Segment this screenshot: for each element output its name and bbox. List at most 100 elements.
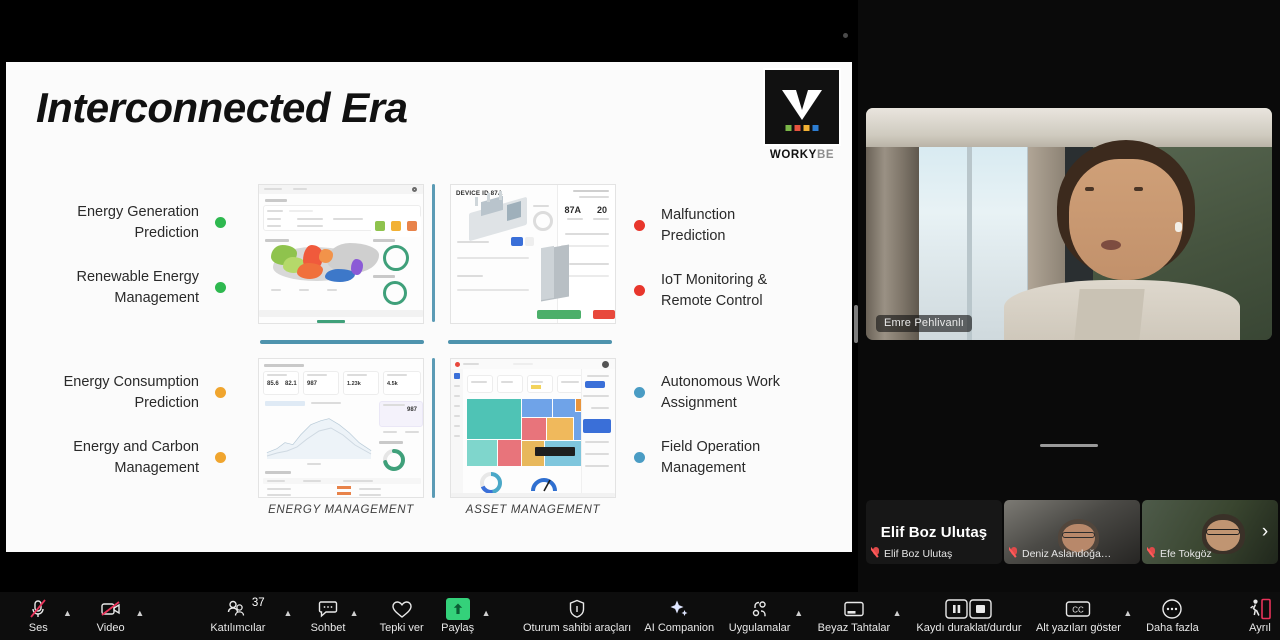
panel-resize-handle[interactable] bbox=[1040, 444, 1098, 447]
toolbar-label: Katılımcılar bbox=[210, 622, 266, 634]
toolbar-whiteboards-options[interactable]: ▲ bbox=[890, 592, 904, 640]
feature-autonomous-work-assignment: Autonomous Work Assignment bbox=[634, 372, 780, 413]
chevron-up-icon: ▲ bbox=[794, 608, 804, 618]
toolbar-chat-options[interactable]: ▲ bbox=[347, 592, 361, 640]
feature-label-line1: IoT Monitoring & bbox=[661, 272, 768, 288]
toolbar-leave-button[interactable]: Ayrıl bbox=[1240, 592, 1280, 640]
toolbar-participants-options[interactable]: ▲ bbox=[281, 592, 295, 640]
chevron-up-icon: ▲ bbox=[349, 608, 359, 618]
toolbar-reactions-button[interactable]: Tepki ver bbox=[377, 592, 426, 640]
feature-energy-generation-prediction: Energy Generation Prediction bbox=[36, 202, 226, 243]
heart-icon bbox=[391, 598, 413, 620]
apps-icon bbox=[750, 598, 770, 620]
toolbar-label: Uygulamalar bbox=[728, 622, 791, 634]
status-dot-green bbox=[215, 217, 226, 229]
speaker-eye-left bbox=[1085, 186, 1095, 191]
camera-off-icon bbox=[100, 598, 122, 620]
toolbar-label: Video bbox=[96, 622, 125, 634]
feature-label: Energy Generation Prediction bbox=[77, 202, 199, 243]
toolbar-label: Tepki ver bbox=[379, 622, 424, 634]
divider-vertical-bottom bbox=[432, 358, 435, 498]
divider-horizontal-left bbox=[260, 340, 424, 344]
toolbar-share-options[interactable]: ▲ bbox=[479, 592, 493, 640]
speaker-eye-right bbox=[1133, 186, 1143, 191]
toolbar-label: Sohbet bbox=[310, 622, 346, 634]
participant-tile-2[interactable]: Efe Tokgöz › bbox=[1142, 500, 1278, 564]
feature-label-line1: Energy Consumption bbox=[63, 374, 199, 390]
thumbnail-stat-1: 87A bbox=[564, 205, 581, 215]
active-speaker-nametag: Emre Pehlivanlı bbox=[876, 315, 973, 332]
speaker-earbud bbox=[1174, 221, 1182, 232]
divider-vertical-top bbox=[432, 184, 435, 322]
chat-bubble-icon bbox=[318, 598, 338, 620]
feature-label-line1: Malfunction bbox=[661, 207, 736, 223]
feature-label-line2: Management bbox=[661, 459, 746, 476]
feature-label-line2: Prediction bbox=[134, 394, 199, 411]
feature-label-line1: Energy and Carbon bbox=[73, 439, 199, 455]
toolbar-apps-options[interactable]: ▲ bbox=[792, 592, 806, 640]
thumbnail-asset-management-board bbox=[450, 358, 616, 498]
feature-label: IoT Monitoring & Remote Control bbox=[661, 270, 767, 311]
feature-label: Autonomous Work Assignment bbox=[661, 372, 780, 413]
thumbnail-consumption-analytics: 85.6 82.1 987 1.23k 4.5k 987 bbox=[258, 358, 424, 498]
closed-caption-icon: CC bbox=[1065, 598, 1091, 620]
meeting-toolbar: Ses ▲ Video ▲ 37 Katılımcılar ▲ Sohbet ▲… bbox=[0, 592, 1280, 640]
toolbar-video-options[interactable]: ▲ bbox=[133, 592, 147, 640]
divider-horizontal-right bbox=[448, 340, 612, 344]
toolbar-label: Ses bbox=[28, 622, 48, 634]
toolbar-ai-companion-button[interactable]: AI Companion bbox=[643, 592, 715, 640]
toolbar-host-tools-button[interactable]: Oturum sahibi araçları bbox=[523, 592, 631, 640]
toolbar-participants-button[interactable]: 37 Katılımcılar bbox=[209, 592, 267, 640]
active-speaker-tile[interactable]: Emre Pehlivanlı bbox=[866, 108, 1272, 340]
feature-label-line2: Assignment bbox=[661, 394, 737, 411]
toolbar-whiteboards-button[interactable]: Beyaz Tahtalar bbox=[818, 592, 890, 640]
toolbar-label: Ayrıl bbox=[1249, 622, 1271, 634]
toolbar-captions-options[interactable]: ▲ bbox=[1121, 592, 1135, 640]
toolbar-share-button[interactable]: Paylaş bbox=[436, 592, 479, 640]
participant-tile-1[interactable]: Deniz Aslandoğa… bbox=[1004, 500, 1140, 564]
ellipsis-icon bbox=[1161, 598, 1183, 620]
status-dot-blue bbox=[634, 452, 645, 464]
feature-label-line2: Management bbox=[114, 459, 199, 476]
share-indicator-dot bbox=[843, 33, 848, 38]
caption-asset-management: ASSET MANAGEMENT bbox=[465, 504, 601, 516]
feature-malfunction-prediction: Malfunction Prediction bbox=[634, 205, 735, 246]
feature-label: Field Operation Management bbox=[661, 437, 760, 478]
logo-dots bbox=[785, 125, 819, 131]
toolbar-apps-button[interactable]: Uygulamalar bbox=[727, 592, 791, 640]
toolbar-audio-options[interactable]: ▲ bbox=[61, 592, 75, 640]
toolbar-chat-button[interactable]: Sohbet bbox=[309, 592, 347, 640]
participants-icon: 37 bbox=[226, 597, 265, 620]
toolbar-audio-button[interactable]: Ses bbox=[16, 592, 61, 640]
toolbar-label: AI Companion bbox=[644, 622, 715, 634]
participant-tile-0[interactable]: Elif Boz Ulutaş Elif Boz Ulutaş bbox=[866, 500, 1002, 564]
logo-wordmark-secondary: BE bbox=[816, 149, 835, 161]
status-dot-red bbox=[634, 285, 645, 297]
participant-label-text: Elif Boz Ulutaş bbox=[884, 547, 953, 560]
chevron-up-icon: ▲ bbox=[135, 608, 145, 618]
chevron-right-icon[interactable]: › bbox=[1254, 517, 1276, 547]
feature-label: Malfunction Prediction bbox=[661, 205, 735, 246]
shared-screen-stage[interactable]: Interconnected Era WORKYBE Energy Genera… bbox=[0, 0, 858, 592]
feature-field-operation-management: Field Operation Management bbox=[634, 437, 760, 478]
chevron-up-icon: ▲ bbox=[62, 608, 72, 618]
speaker-ceiling bbox=[866, 108, 1272, 148]
toolbar-label: Oturum sahibi araçları bbox=[522, 622, 632, 634]
toolbar-label: Paylaş bbox=[441, 622, 475, 634]
thumbnail-energy-dashboard bbox=[258, 184, 424, 324]
feature-renewable-energy-management: Renewable Energy Management bbox=[36, 267, 226, 308]
thumbnail-stat-2: 20 bbox=[596, 205, 607, 215]
toolbar-more-button[interactable]: Daha fazla bbox=[1145, 592, 1200, 640]
feature-iot-monitoring-remote-control: IoT Monitoring & Remote Control bbox=[634, 270, 767, 311]
mic-muted-icon bbox=[1147, 547, 1156, 560]
feature-label: Energy and Carbon Management bbox=[73, 437, 199, 478]
status-dot-green bbox=[215, 282, 226, 294]
toolbar-label: Daha fazla bbox=[1146, 622, 1199, 634]
feature-label: Energy Consumption Prediction bbox=[64, 372, 199, 413]
chevron-up-icon: ▲ bbox=[1123, 608, 1133, 618]
toolbar-recording-button[interactable]: Kaydı duraklat/durdur bbox=[916, 592, 1022, 640]
toolbar-captions-button[interactable]: CC Alt yazıları göster bbox=[1036, 592, 1121, 640]
toolbar-label: Alt yazıları göster bbox=[1035, 622, 1121, 634]
toolbar-video-button[interactable]: Video bbox=[88, 592, 133, 640]
leave-meeting-icon bbox=[1248, 598, 1272, 620]
